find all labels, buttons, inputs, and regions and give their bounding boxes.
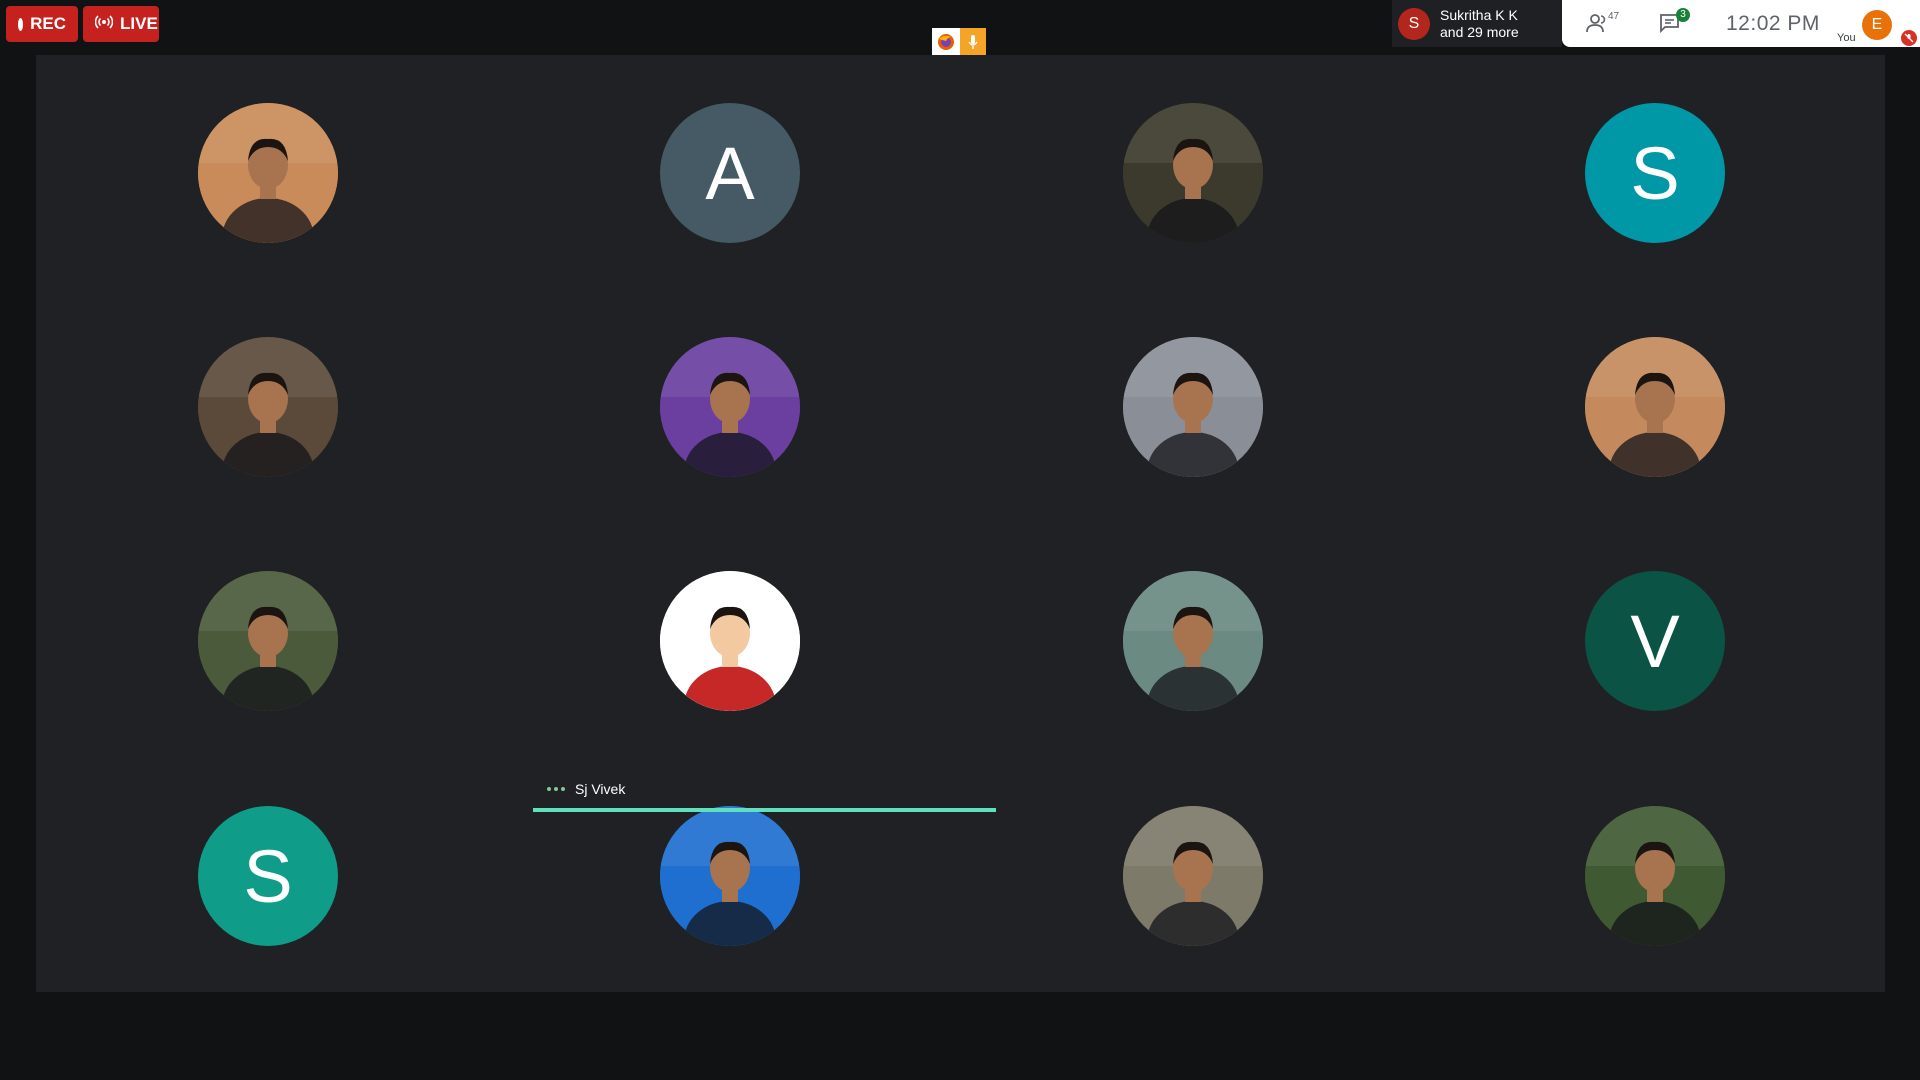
person-outdoor-photo (1123, 571, 1263, 711)
mic-off-icon (1901, 30, 1917, 46)
participant-tile[interactable] (1585, 337, 1725, 477)
person-glasses-photo (1123, 806, 1263, 946)
participant-grid: A S V S Sj Vivek (36, 55, 1885, 992)
avatar[interactable]: E (1862, 10, 1892, 40)
participant-tile[interactable]: S (198, 806, 338, 946)
person-event-photo (1585, 337, 1725, 477)
speaker-name: Sukritha K K (1440, 6, 1518, 23)
participant-tile[interactable] (1585, 806, 1725, 946)
person-hijab-photo (198, 571, 338, 711)
avatar-letter: V (1630, 599, 1680, 683)
participant-tile[interactable] (660, 571, 800, 711)
avatar-letter: A (705, 131, 755, 215)
person-sunglasses-photo (1123, 337, 1263, 477)
participant-tile[interactable] (1123, 806, 1263, 946)
person-plants-photo (1585, 806, 1725, 946)
speaking-icon (547, 787, 565, 791)
rec-label: REC (30, 14, 66, 33)
person-blue-bg-photo (660, 806, 800, 946)
firefox-icon (932, 28, 960, 55)
participant-tile[interactable] (660, 337, 800, 477)
active-speaker-name: Sj Vivek (575, 781, 626, 797)
participant-tile[interactable] (660, 806, 800, 946)
you-label: You (1837, 32, 1856, 44)
cartoon-superhero-photo (660, 571, 800, 711)
record-icon (18, 17, 24, 31)
participant-tile[interactable]: A (660, 103, 800, 243)
broadcast-icon (94, 14, 114, 34)
participants-count: 47 (1608, 11, 1620, 22)
participants-button[interactable]: 47 (1586, 11, 1619, 36)
participant-tile[interactable] (1123, 103, 1263, 243)
participant-tile[interactable] (198, 571, 338, 711)
person-photo (198, 337, 338, 477)
presenter-photo (198, 103, 338, 243)
participant-tile[interactable]: S (1585, 103, 1725, 243)
avatar: S (1398, 7, 1430, 40)
clock: 12:02 PM (1726, 12, 1820, 35)
participant-tile[interactable]: V (1585, 571, 1725, 711)
participant-tile[interactable] (1123, 337, 1263, 477)
top-toolbar: 47 3 12:02 PM You E (1562, 0, 1920, 47)
people-icon (1586, 14, 1606, 33)
avatar-letter: S (243, 834, 293, 918)
live-badge[interactable]: LIVE (83, 6, 159, 42)
person-hijab-photo (660, 337, 800, 477)
avatar-letter: S (1630, 131, 1680, 215)
speaker-more: and 29 more (1440, 23, 1519, 40)
browser-sharing-indicator[interactable] (932, 28, 986, 55)
speaking-indicator-bar (533, 808, 996, 812)
presenter-chip[interactable]: S Sukritha K K and 29 more (1392, 0, 1562, 47)
live-label: LIVE (120, 14, 158, 33)
chat-unread-badge: 3 (1676, 8, 1690, 22)
participant-tile[interactable] (198, 103, 338, 243)
participant-tile[interactable] (198, 337, 338, 477)
participant-tile[interactable] (1123, 571, 1263, 711)
rec-badge[interactable]: REC (6, 6, 78, 42)
portrait-photo (1123, 103, 1263, 243)
microphone-icon (960, 28, 986, 55)
active-speaker-label: Sj Vivek (547, 781, 625, 797)
chat-button[interactable]: 3 (1658, 8, 1690, 36)
